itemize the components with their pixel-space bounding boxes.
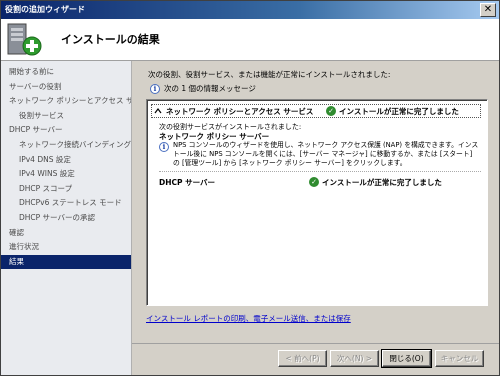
- sidebar-item-server-roles[interactable]: サーバーの役割: [1, 80, 131, 95]
- info-count-text: 次の 1 個の情報メッセージ: [164, 84, 256, 93]
- success-check-icon: ✓: [326, 106, 336, 116]
- server-add-icon: [7, 23, 42, 56]
- role-name-dhcp: DHCP サーバー: [159, 177, 216, 187]
- sidebar-item-role-services[interactable]: 役割サービス: [1, 109, 131, 124]
- close-button[interactable]: 閉じる(O): [381, 349, 432, 368]
- wizard-steps-sidebar: 開始する前に サーバーの役割 ネットワーク ポリシーとアクセス サービ... 役…: [1, 61, 132, 375]
- nps-info-message: i NPS コンソールのウィザードを使用し、ネットワーク アクセス保護 (NAP…: [159, 141, 481, 167]
- title-bar: 役割の追加ウィザード ✕: [1, 1, 499, 19]
- sidebar-item-confirmation[interactable]: 確認: [1, 226, 131, 241]
- role-name-nps: ネットワーク ポリシーとアクセス サービス: [166, 106, 314, 116]
- page-title: インストールの結果: [61, 33, 160, 46]
- results-panel: ネットワーク ポリシーとアクセス サービス ✓ インストールが正常に完了しました…: [146, 99, 488, 306]
- sidebar-item-before-you-begin[interactable]: 開始する前に: [1, 65, 131, 80]
- status-text-dhcp: インストールが正常に完了しました: [322, 177, 442, 187]
- info-message-count: i 次の 1 個の情報メッセージ: [150, 83, 256, 94]
- back-button[interactable]: < 前へ(P): [278, 350, 327, 367]
- next-button[interactable]: 次へ(N) >: [330, 350, 379, 367]
- intro-text: 次の役割、役割サービス、または機能が正常にインストールされました:: [148, 70, 391, 79]
- status-nps: ✓ インストールが正常に完了しました: [326, 106, 459, 117]
- main-content: 次の役割、役割サービス、または機能が正常にインストールされました: i 次の 1…: [132, 61, 499, 346]
- sidebar-item-results[interactable]: 結果: [1, 254, 131, 270]
- sidebar-item-dhcp-scope[interactable]: DHCP スコープ: [1, 182, 131, 197]
- result-row-nps: ネットワーク ポリシーとアクセス サービス ✓ インストールが正常に完了しました: [151, 104, 481, 118]
- sidebar-item-network-bindings[interactable]: ネットワーク接続バインディング: [1, 138, 131, 153]
- sidebar-item-network-policy[interactable]: ネットワーク ポリシーとアクセス サービ...: [1, 94, 131, 109]
- cancel-button[interactable]: キャンセル: [435, 350, 484, 367]
- success-check-icon: ✓: [309, 177, 319, 187]
- wizard-window: 役割の追加ウィザード ✕ インストールの結果 開始する前に サーバーの役割 ネッ…: [0, 0, 500, 376]
- status-dhcp: ✓ インストールが正常に完了しました: [309, 177, 442, 188]
- status-text-nps: インストールが正常に完了しました: [339, 106, 459, 116]
- wizard-header: インストールの結果: [1, 19, 499, 61]
- sidebar-item-dhcpv6-stateless[interactable]: DHCPv6 ステートレス モード: [1, 196, 131, 211]
- window-title: 役割の追加ウィザード: [5, 5, 85, 14]
- sidebar-item-dhcp-authorization[interactable]: DHCP サーバーの承認: [1, 211, 131, 226]
- wizard-footer: < 前へ(P) 次へ(N) > 閉じる(O) キャンセル: [132, 343, 499, 375]
- divider: [159, 171, 481, 172]
- collapse-icon[interactable]: [154, 107, 162, 115]
- info-icon: i: [159, 142, 169, 152]
- sidebar-item-ipv4-wins[interactable]: IPv4 WINS 設定: [1, 167, 131, 182]
- close-window-button[interactable]: ✕: [480, 3, 496, 17]
- result-row-dhcp: DHCP サーバー ✓ インストールが正常に完了しました: [159, 176, 481, 188]
- sidebar-item-dhcp-server[interactable]: DHCP サーバー: [1, 123, 131, 138]
- report-link[interactable]: インストール レポートの印刷、電子メール送信、または保存: [146, 313, 351, 324]
- sidebar-item-progress[interactable]: 進行状況: [1, 240, 131, 255]
- nps-message-text: NPS コンソールのウィザードを使用し、ネットワーク アクセス保護 (NAP) …: [173, 141, 479, 167]
- sidebar-item-ipv4-dns[interactable]: IPv4 DNS 設定: [1, 153, 131, 168]
- info-icon: i: [150, 83, 160, 94]
